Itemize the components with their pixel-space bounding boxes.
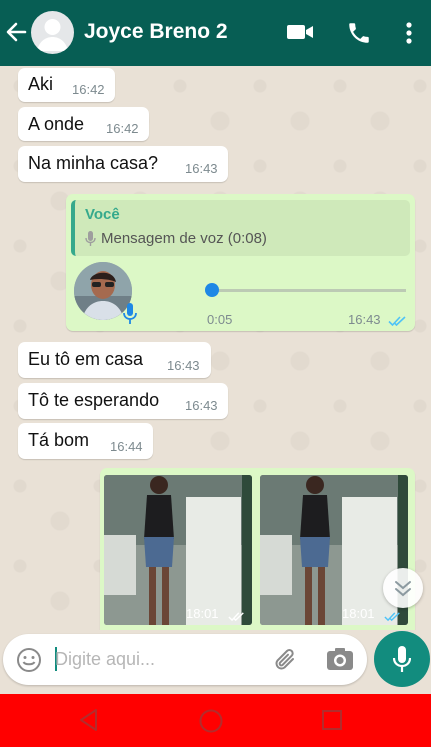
emoji-icon[interactable] [16, 647, 42, 678]
voice-message-bubble[interactable]: Você Mensagem de voz (0:08) 0:05 16:43 [66, 194, 415, 369]
quoted-author: Você [85, 206, 120, 223]
message-text: A onde [28, 114, 85, 134]
message-bubble[interactable]: Na minha casa? 16:43 [18, 146, 228, 182]
voice-elapsed: 0:05 [207, 312, 233, 327]
message-time: 16:43 [348, 312, 381, 327]
mic-icon [392, 646, 412, 678]
message-time: 16:42 [106, 121, 139, 136]
contact-name[interactable]: Joyce Breno 2 [84, 20, 228, 44]
attach-icon[interactable] [273, 646, 299, 679]
message-time: 16:44 [110, 439, 143, 454]
photo-time: 18:01 [186, 606, 219, 621]
image-album-bubble[interactable]: 18:01 18:01 [100, 468, 415, 630]
camera-icon[interactable] [326, 647, 354, 676]
mic-small-icon [85, 231, 96, 252]
message-bubble[interactable]: Tá bom 16:44 [18, 423, 153, 459]
voice-seek-bar[interactable] [211, 289, 406, 292]
phone-icon[interactable] [346, 20, 372, 51]
mic-blue-icon [123, 303, 137, 330]
message-time: 16:43 [167, 358, 200, 373]
message-time: 16:43 [185, 398, 218, 413]
message-text: Tá bom [28, 430, 90, 450]
message-text: Tô te esperando [28, 390, 160, 410]
quoted-message[interactable]: Você Mensagem de voz (0:08) [71, 200, 410, 256]
nav-recents-icon[interactable] [321, 709, 343, 736]
video-call-icon[interactable] [286, 22, 314, 47]
nav-back-icon[interactable] [78, 708, 98, 737]
read-ticks-icon [228, 609, 246, 625]
read-ticks-icon [384, 609, 402, 625]
photo-thumbnail[interactable]: 18:01 [104, 475, 252, 625]
scroll-to-bottom-button[interactable] [383, 568, 423, 608]
message-composer[interactable]: Digite aqui... [3, 634, 367, 685]
chat-header: Joyce Breno 2 [0, 0, 431, 66]
system-nav-bar [0, 694, 431, 747]
message-bubble[interactable]: Eu tô em casa 16:43 [18, 342, 211, 378]
photo-time: 18:01 [342, 606, 375, 621]
voice-seek-handle[interactable] [205, 283, 219, 297]
nav-home-icon[interactable] [198, 708, 224, 739]
message-time: 16:43 [185, 161, 218, 176]
back-arrow-icon[interactable] [4, 18, 28, 46]
message-bubble[interactable]: A onde 16:42 [18, 107, 149, 141]
voice-record-button[interactable] [374, 631, 430, 687]
message-list[interactable]: Aki 16:42 A onde 16:42 Na minha casa? 16… [0, 66, 431, 630]
message-bubble[interactable]: Aki 16:42 [18, 68, 115, 102]
message-bubble[interactable]: Tô te esperando 16:43 [18, 383, 228, 419]
message-time: 16:42 [72, 82, 105, 97]
message-text: Aki [28, 74, 54, 94]
quoted-text: Mensagem de voz (0:08) [101, 230, 267, 247]
message-text: Eu tô em casa [28, 349, 144, 369]
message-text: Na minha casa? [28, 153, 159, 173]
default-avatar-icon[interactable] [31, 11, 74, 54]
read-ticks-icon [388, 314, 408, 332]
message-input[interactable]: Digite aqui... [55, 649, 155, 670]
more-options-icon[interactable] [404, 21, 414, 50]
